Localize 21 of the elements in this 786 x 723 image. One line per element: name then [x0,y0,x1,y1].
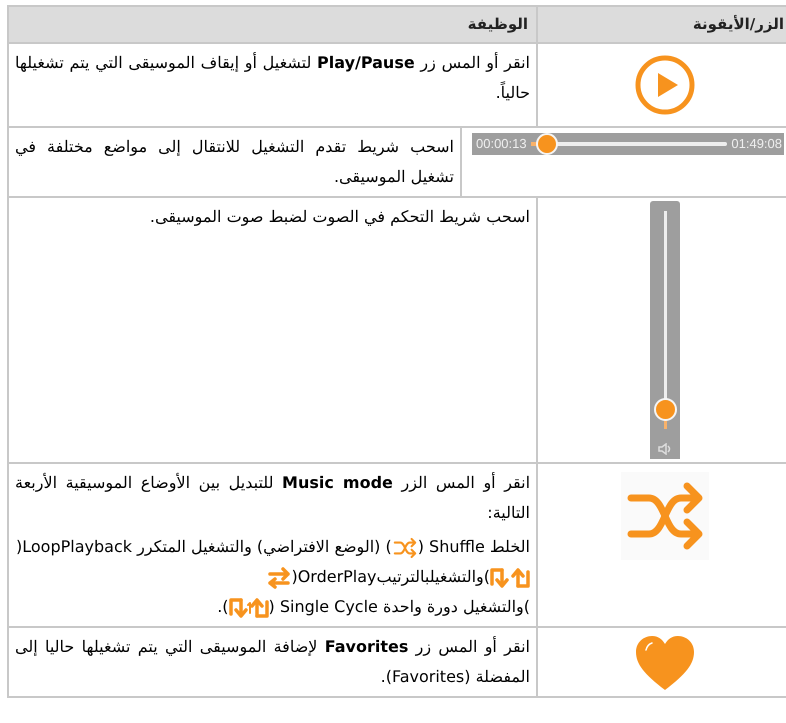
shuffle-icon [392,536,418,560]
single-repeat-icon [228,596,269,619]
volume-track[interactable] [654,211,676,429]
heart-icon[interactable] [634,634,696,692]
column-header: الزر/الأيقونة [692,14,784,36]
description-text: ). [217,596,229,618]
slider-thumb[interactable] [654,398,676,422]
play-icon[interactable] [634,54,696,116]
slider-thumb[interactable] [536,133,558,155]
description-text: )والتشغيل دورة واحدة Single Cycle ( [268,596,530,618]
description-text: اسحب شريط التحكم في الصوت لضبط صوت الموسيقى. [150,207,530,226]
arrows-icon [267,566,292,589]
loop-icon [490,566,530,589]
column-header: الوظيفة [468,14,528,36]
description-text: الخلط Shuffle ( [418,536,530,558]
description-text: ) (الوضع الافتراضي) والتشغيل المتكرر LoopPlayback( [16,536,392,558]
elapsed-time: 00:00:13 [476,135,527,154]
description-text: )والتشغيلبالترتيبOrderPlay( [291,566,490,588]
speaker-icon [658,443,672,455]
total-time: 01:49:08 [731,135,782,154]
description-text: اسحب شريط تقدم التشغيل للانتقال إلى مواضع مختلفة في تشغيل الموسيقى. [15,137,454,186]
